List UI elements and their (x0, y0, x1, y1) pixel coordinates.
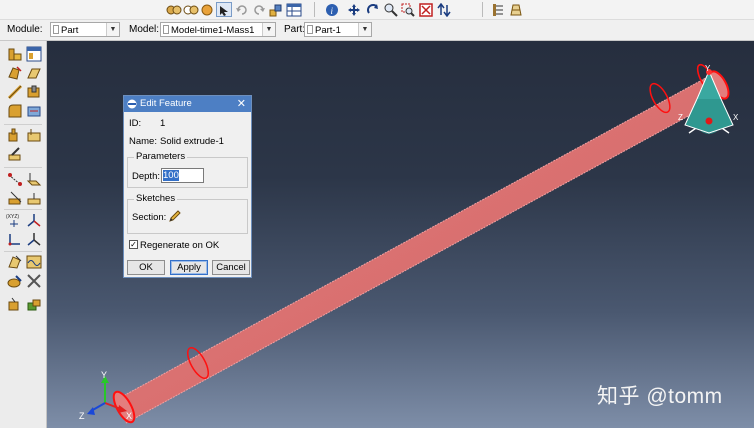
triad-bottom-y-label: Y (101, 370, 107, 380)
svg-text:(XYZ): (XYZ) (6, 214, 19, 220)
redo-icon[interactable] (251, 2, 267, 17)
datum-plane-icon[interactable] (25, 171, 42, 187)
merge-icon[interactable] (6, 273, 23, 289)
datum-csys-icon[interactable] (25, 190, 42, 206)
spinner-icon (307, 25, 313, 34)
zoom-box-icon[interactable] (400, 2, 416, 17)
datum-axis-icon[interactable] (6, 190, 23, 206)
datum-point-icon[interactable] (6, 171, 23, 187)
create-chamfer-icon[interactable] (25, 103, 42, 119)
ok-button[interactable]: OK (127, 260, 165, 275)
table-icon[interactable] (286, 2, 302, 17)
model-select[interactable]: Model-time1-Mass1 ▼ (160, 22, 276, 37)
create-solid-extrude-icon[interactable] (6, 65, 23, 81)
name-value: Solid extrude-1 (160, 136, 224, 147)
view2-icon[interactable] (183, 2, 199, 17)
create-part-icon[interactable] (6, 46, 23, 62)
move-icon[interactable] (346, 2, 362, 17)
name-label: Name: (129, 136, 157, 147)
create-wire-icon[interactable] (6, 84, 23, 100)
depth-label: Depth: (132, 171, 160, 182)
toolbox-separator (4, 209, 42, 210)
part-value: Part-1 (315, 25, 341, 36)
datum-triad-icon[interactable] (6, 231, 23, 247)
id-value: 1 (160, 118, 166, 129)
dialog-title-bar[interactable]: Edit Feature ✕ (124, 96, 251, 112)
toolbox-separator (4, 124, 42, 125)
sketch-icon[interactable] (6, 146, 23, 162)
module-toolbox: (XYZ) (0, 41, 47, 428)
assign-icon[interactable] (25, 296, 42, 312)
tools-icon[interactable] (25, 273, 42, 289)
chevron-down-icon[interactable]: ▼ (358, 23, 371, 36)
toolbox-separator (4, 251, 42, 252)
dialog-title: Edit Feature (140, 98, 192, 109)
layer-icon[interactable] (508, 2, 524, 17)
create-round-icon[interactable] (6, 103, 23, 119)
undo-icon[interactable] (234, 2, 250, 17)
model-label: Model: (129, 24, 160, 35)
part-label: Part: (284, 24, 306, 35)
coordinate-xyz-icon[interactable]: (XYZ) (6, 212, 23, 228)
id-label: ID: (129, 118, 142, 129)
triad-top-x-label: X (733, 113, 739, 122)
csys-icon[interactable] (25, 231, 42, 247)
ball-icon[interactable] (199, 2, 215, 17)
create-shell-icon[interactable] (25, 65, 42, 81)
part-select[interactable]: Part-1 ▼ (304, 22, 372, 37)
regenerate-checkbox[interactable]: ✓ (129, 240, 138, 249)
section-label: Section: (132, 212, 167, 223)
toolbar-separator (482, 2, 483, 17)
partition-icon[interactable] (6, 127, 23, 143)
spinner-icon (163, 25, 169, 34)
swap-icon[interactable] (436, 2, 452, 17)
module-label: Module: (7, 24, 43, 35)
triad-bottom-z-label: Z (79, 411, 85, 421)
create-cut-icon[interactable] (25, 84, 42, 100)
triad-bottom-x-label: X (126, 411, 132, 421)
dialog-app-icon (127, 99, 137, 109)
module-value: Part (61, 25, 79, 36)
triad-top-y-label: Y (705, 64, 711, 73)
part-manager-icon[interactable] (25, 46, 42, 62)
depth-input[interactable]: 100 (161, 168, 204, 183)
toolbar-separator (314, 2, 315, 17)
chevron-down-icon[interactable]: ▼ (262, 23, 275, 36)
zoom-icon[interactable] (383, 2, 399, 17)
axis-triad-icon[interactable] (25, 212, 42, 228)
parameters-label: Parameters (134, 151, 188, 162)
view-icon[interactable] (166, 2, 182, 17)
chevron-down-icon[interactable]: ▼ (106, 23, 119, 36)
pencil-icon[interactable] (168, 209, 182, 223)
fit-icon[interactable] (418, 2, 434, 17)
apply-button[interactable]: Apply (170, 260, 208, 275)
regenerate-label: Regenerate on OK (140, 240, 220, 251)
sketches-label: Sketches (134, 193, 178, 204)
triad-top-z-label: Z (678, 113, 683, 122)
partition-face-icon[interactable] (25, 127, 42, 143)
toolbox-separator (4, 167, 42, 168)
context-bar: Module: Part ▼ Model: Model-time1-Mass1 … (0, 20, 754, 41)
tree-icon[interactable] (490, 2, 506, 17)
close-icon[interactable]: ✕ (237, 96, 246, 112)
rotate-icon[interactable] (365, 2, 381, 17)
query-icon[interactable] (6, 296, 23, 312)
spinner-icon (53, 25, 59, 34)
depth-value: 100 (163, 170, 179, 181)
watermark: 知乎 @tomm (597, 385, 723, 408)
cancel-button[interactable]: Cancel (212, 260, 250, 275)
repair-icon[interactable] (6, 254, 23, 270)
pan-icon[interactable] (268, 2, 284, 17)
info-icon[interactable]: i (324, 2, 340, 17)
edit-feature-dialog: Edit Feature ✕ ID: 1 Name: Solid extrude… (123, 95, 252, 278)
module-select[interactable]: Part ▼ (50, 22, 120, 37)
model-value: Model-time1-Mass1 (171, 25, 255, 36)
main-toolbar: i (0, 0, 754, 20)
wave-icon[interactable] (25, 254, 42, 270)
select-arrow-icon[interactable] (216, 2, 232, 17)
